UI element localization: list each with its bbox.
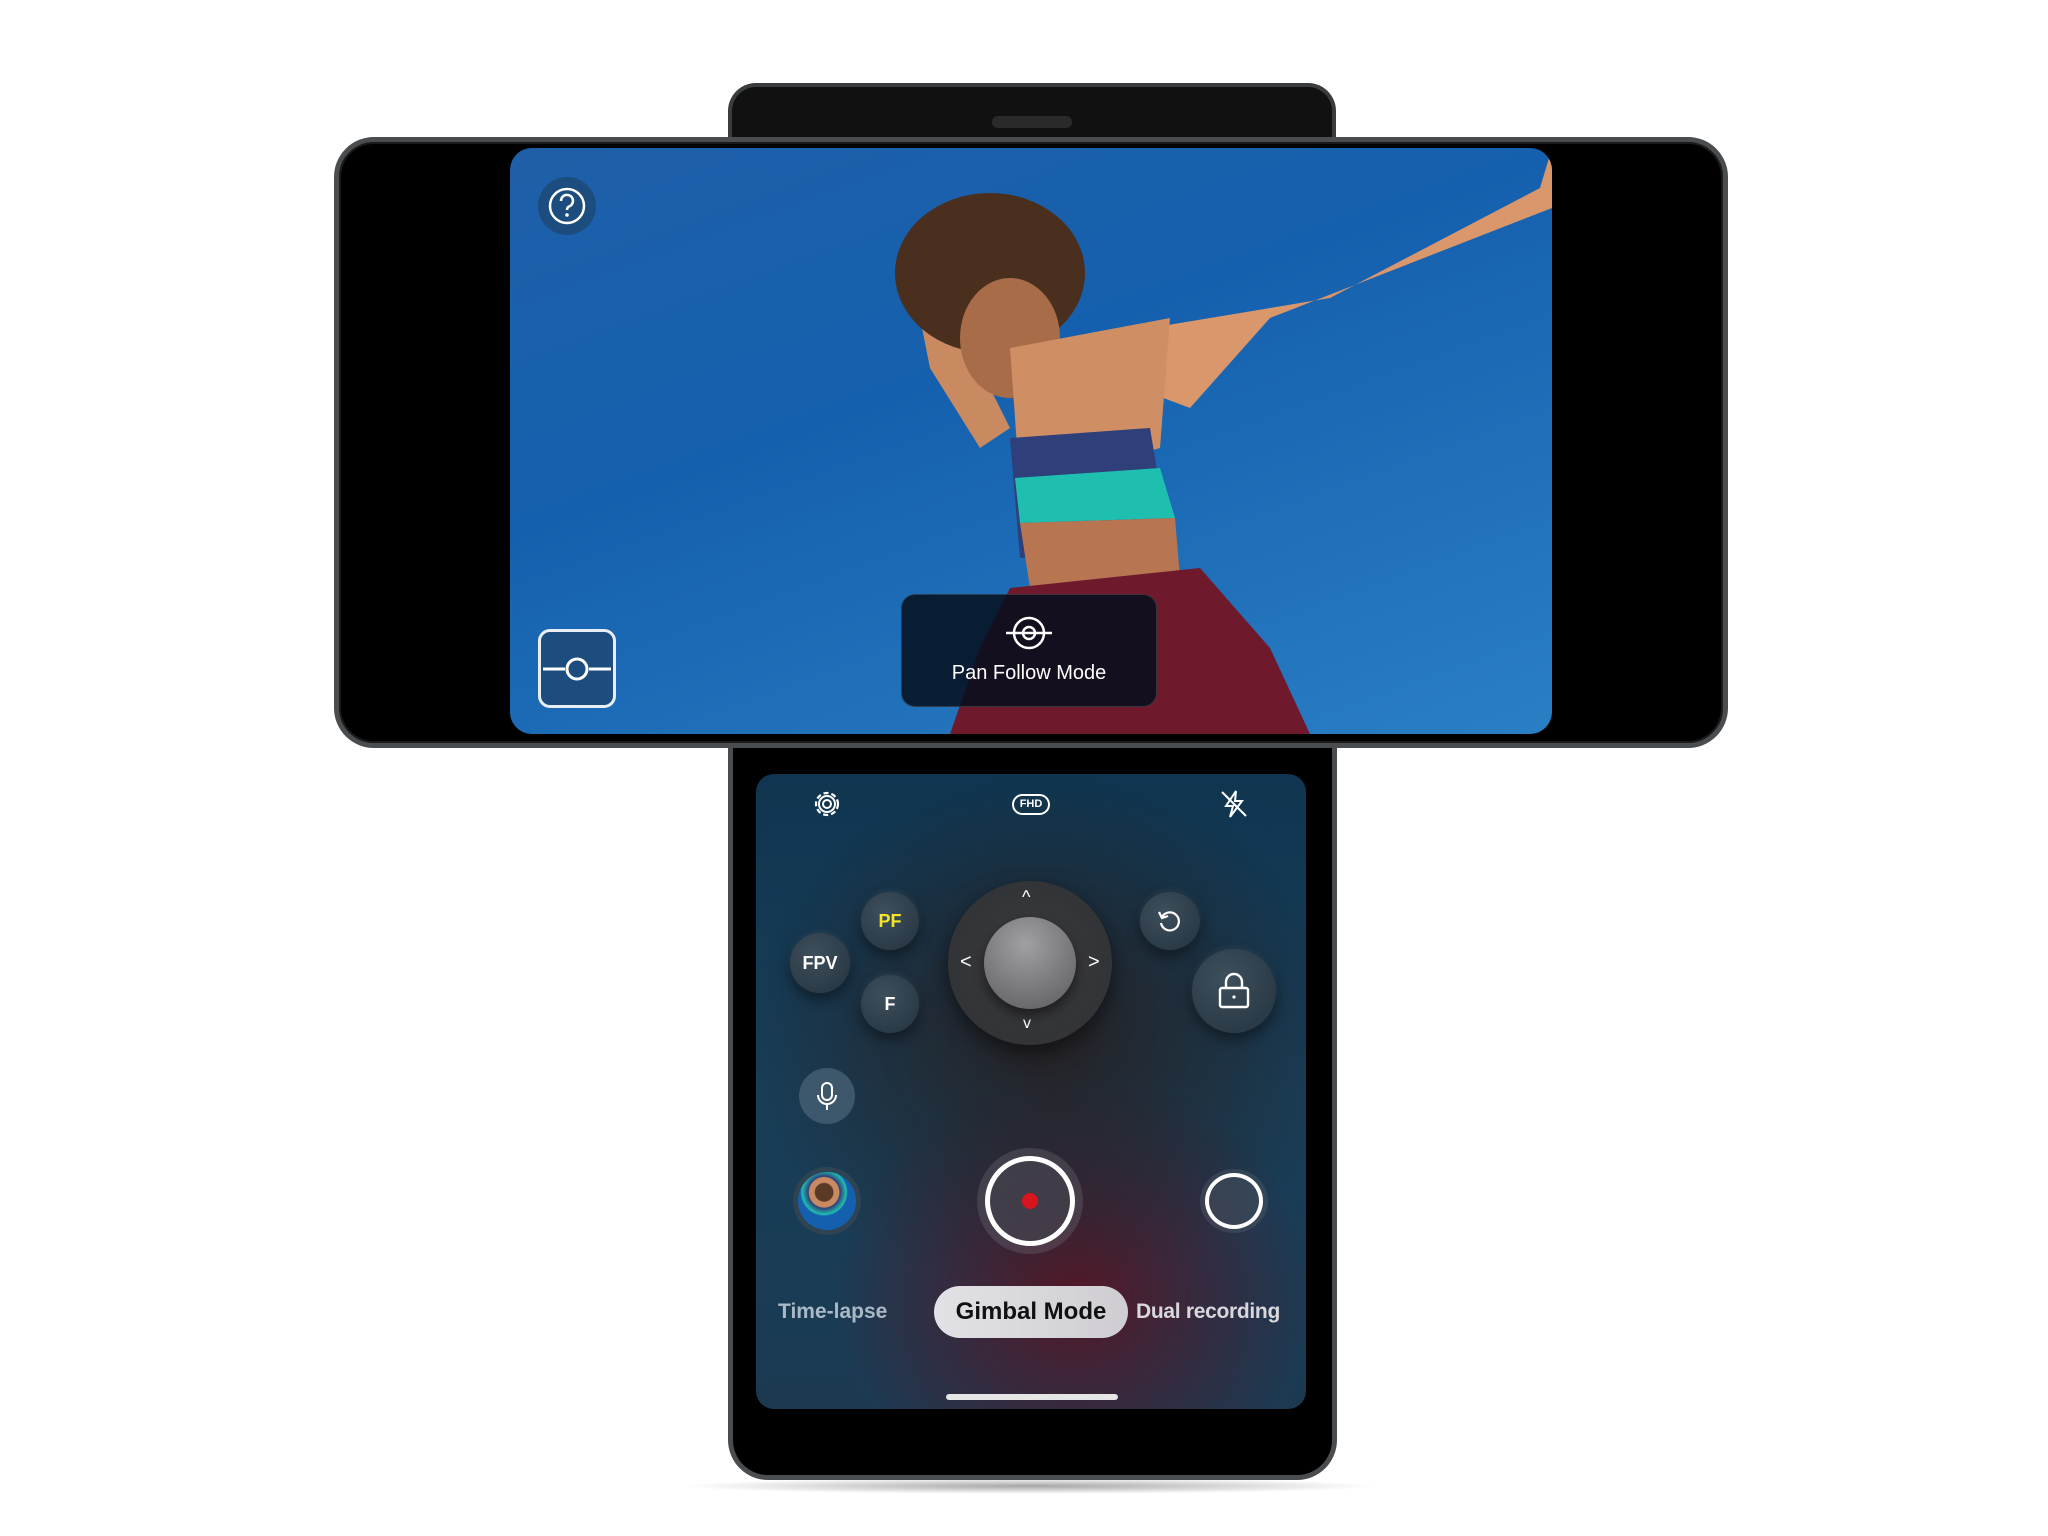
joystick-ring[interactable]: ^ v < >: [948, 881, 1112, 1045]
photo-shutter-button[interactable]: [1200, 1169, 1268, 1233]
mode-dual-recording[interactable]: Dual recording: [1136, 1292, 1280, 1332]
device-shadow: [680, 1478, 1380, 1494]
lock-button[interactable]: [1192, 949, 1276, 1033]
record-dot: [1022, 1193, 1038, 1209]
mode-toast: Pan Follow Mode: [901, 594, 1157, 707]
toast-label: Pan Follow Mode: [951, 662, 1107, 684]
lock-icon: [1218, 972, 1250, 1009]
gallery-thumbnail[interactable]: [793, 1167, 861, 1235]
pf-button[interactable]: PF: [861, 892, 919, 950]
mode-time-lapse[interactable]: Time-lapse: [778, 1292, 887, 1332]
resolution-button[interactable]: FHD: [1012, 794, 1050, 815]
joystick-right-arrow[interactable]: >: [1088, 951, 1100, 974]
pan-follow-icon: [1006, 616, 1052, 650]
joystick-up-arrow[interactable]: ^: [1022, 887, 1030, 908]
home-indicator[interactable]: [946, 1394, 1118, 1400]
camera-viewfinder[interactable]: Pan Follow Mode: [510, 148, 1552, 734]
joystick-down-arrow[interactable]: v: [1023, 1015, 1031, 1033]
mode-gimbal[interactable]: Gimbal Mode: [934, 1286, 1128, 1338]
record-button[interactable]: [977, 1148, 1083, 1254]
gear-icon[interactable]: [812, 788, 842, 820]
joystick-knob[interactable]: [984, 917, 1076, 1009]
f-button[interactable]: F: [861, 975, 919, 1033]
question-circle-icon: [548, 187, 586, 225]
reset-button[interactable]: [1140, 892, 1200, 950]
fpv-button[interactable]: FPV: [790, 933, 850, 993]
pan-follow-icon: [543, 657, 611, 681]
flash-off-icon[interactable]: [1218, 788, 1250, 820]
thumbnail-image: [798, 1172, 856, 1230]
help-button[interactable]: [538, 177, 596, 235]
pan-follow-mode-button[interactable]: [538, 629, 616, 708]
microphone-icon: [817, 1082, 837, 1110]
joystick-left-arrow[interactable]: <: [960, 951, 972, 974]
gimbal-control-screen: FHD PF FPV F ^ v < > Time-lapse Gimbal M…: [756, 774, 1306, 1409]
rotate-icon: [1158, 911, 1180, 932]
earpiece-speaker: [992, 116, 1072, 128]
microphone-button[interactable]: [799, 1068, 855, 1124]
